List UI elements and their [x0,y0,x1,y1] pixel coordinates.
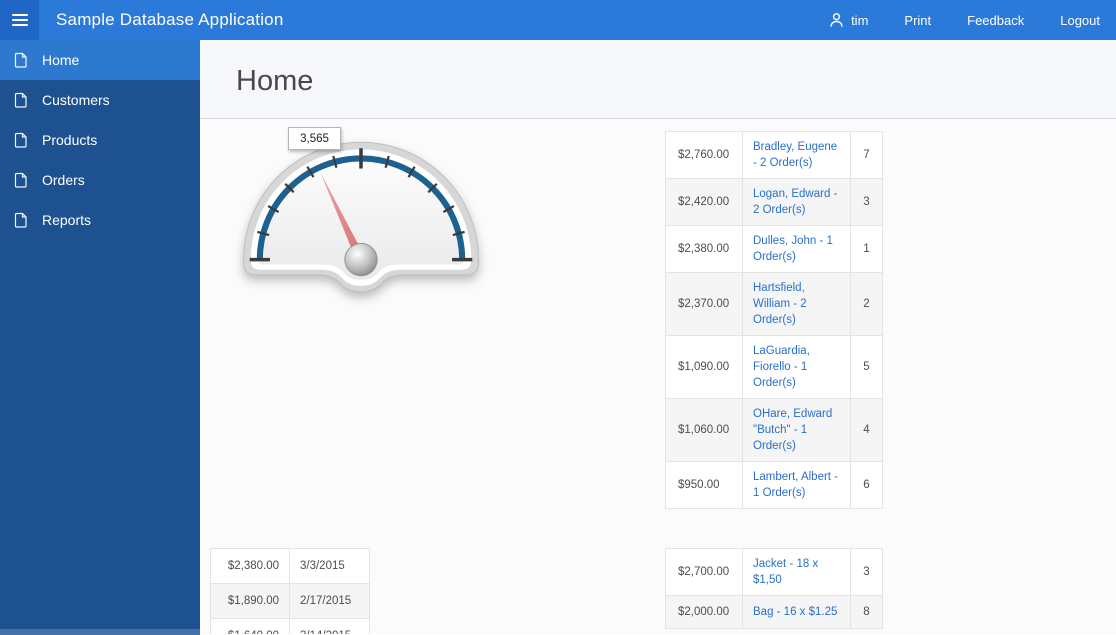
table-row: $1,060.00 OHare, Edward "Butch" - 1 Order… [665,398,883,462]
cell-count: 3 [850,548,883,596]
sidebar-collapse-bar[interactable] [0,629,200,635]
table-row: $2,760.00 Bradley, Eugene - 2 Order(s) 7 [665,131,883,179]
cell-count: 2 [850,272,883,336]
top-customers-table: $2,760.00 Bradley, Eugene - 2 Order(s) 7 $2… [665,131,883,509]
cell-count: 8 [850,595,883,629]
user-menu[interactable]: tim [829,12,868,28]
app-header: Sample Database Application tim Print Fe… [0,0,1116,40]
sidebar-item-orders[interactable]: Orders [0,160,200,200]
cell-amount: $2,370.00 [665,272,743,336]
main-region: Home 3,565 $2,760.00 Bradley, Eugene - 2… [200,40,1116,635]
sidebar-item-reports[interactable]: Reports [0,200,200,240]
cell-date: 3/3/2015 [289,548,370,584]
cell-date: 3/14/2015 [289,618,370,634]
detail-link[interactable]: Bradley, Eugene - 2 Order(s) [753,141,837,169]
cell-count: 1 [850,225,883,273]
document-icon [13,172,29,188]
cell-link: Jacket - 18 x $1,50 [742,548,851,596]
table-row: $2,380.00 Dulles, John - 1 Order(s) 1 [665,225,883,273]
table-row: $2,420.00 Logan, Edward - 2 Order(s) 3 [665,178,883,226]
top-products-table: $2,700.00 Jacket - 18 x $1,50 3 $2,000.00 Ba… [665,548,883,629]
cell-amount: $1,640.00 [210,618,290,634]
table-row: $950.00 Lambert, Albert - 1 Order(s) 6 [665,461,883,509]
hamburger-icon [11,14,28,16]
cell-amount: $950.00 [665,461,743,509]
detail-link[interactable]: Jacket - 18 x $1,50 [753,558,818,586]
cell-link: Bradley, Eugene - 2 Order(s) [742,131,851,179]
document-icon [13,52,29,68]
sidebar-item-label: Orders [42,172,85,188]
sidebar-item-home[interactable]: Home [0,40,200,80]
cell-amount: $1,060.00 [665,398,743,462]
cell-amount: $2,760.00 [665,131,743,179]
cell-amount: $1,890.00 [210,583,290,619]
cell-count: 7 [850,131,883,179]
page-title-band: Home [200,40,1116,119]
cell-link: Lambert, Albert - 1 Order(s) [742,461,851,509]
cell-count: 6 [850,461,883,509]
page-title: Home [236,65,314,97]
gauge-value-label: 3,565 [288,127,341,150]
table-row: $2,380.00 3/3/2015 [210,548,370,584]
user-icon [829,12,844,28]
sidebar-item-label: Home [42,52,80,68]
sidebar-item-label: Products [42,132,98,148]
table-row: $1,890.00 2/17/2015 [210,583,370,619]
detail-link[interactable]: Bag - 16 x $1.25 [753,606,837,618]
cell-link: Logan, Edward - 2 Order(s) [742,178,851,226]
cell-amount: $2,380.00 [665,225,743,273]
cell-date: 2/17/2015 [289,583,370,619]
detail-link[interactable]: Hartsfield, William - 2 Order(s) [753,282,807,326]
sidebar-item-customers[interactable]: Customers [0,80,200,120]
document-icon [13,212,29,228]
print-link[interactable]: Print [904,13,931,28]
sidebar-item-products[interactable]: Products [0,120,200,160]
cell-count: 4 [850,398,883,462]
cell-link: Dulles, John - 1 Order(s) [742,225,851,273]
cell-count: 3 [850,178,883,226]
cell-link: Bag - 16 x $1.25 [742,595,851,629]
table-row: $1,640.003/14/2015 [210,618,370,634]
sidebar-item-label: Reports [42,212,92,228]
sales-gauge-chart: 3,565 [234,122,488,294]
table-row: $2,700.00 Jacket - 18 x $1,50 3 [665,548,883,596]
cell-link: OHare, Edward "Butch" - 1 Order(s) [742,398,851,462]
detail-link[interactable]: Logan, Edward - 2 Order(s) [753,188,837,216]
logout-link[interactable]: Logout [1060,13,1100,28]
sidebar-nav: Home Customers Products Orders Reports [0,40,200,635]
document-icon [13,132,29,148]
header-actions: tim Print Feedback Logout [829,12,1116,28]
table-row: $1,090.00 LaGuardia, Fiorello - 1 Order(s… [665,335,883,399]
hamburger-menu-button[interactable] [0,0,39,40]
detail-link[interactable]: OHare, Edward "Butch" - 1 Order(s) [753,408,832,452]
cell-link: LaGuardia, Fiorello - 1 Order(s) [742,335,851,399]
cell-amount: $1,090.00 [665,335,743,399]
user-name: tim [851,12,869,28]
cell-count: 5 [850,335,883,399]
cell-amount: $2,380.00 [210,548,290,584]
document-icon [13,92,29,108]
recent-orders-table: $2,380.003/3/2015$1,890.002/17/2015$1,64… [210,548,370,634]
cell-amount: $2,420.00 [665,178,743,226]
table-row: $2,000.00 Bag - 16 x $1.25 8 [665,595,883,629]
dashboard-content: 3,565 $2,760.00 Bradley, Eugene - 2 Order… [200,119,1116,634]
feedback-link[interactable]: Feedback [967,13,1024,28]
sidebar-item-label: Customers [42,92,110,108]
cell-amount: $2,000.00 [665,595,743,629]
cell-link: Hartsfield, William - 2 Order(s) [742,272,851,336]
gauge-dial [243,141,479,293]
detail-link[interactable]: LaGuardia, Fiorello - 1 Order(s) [753,345,810,389]
app-title: Sample Database Application [56,10,284,29]
cell-amount: $2,700.00 [665,548,743,596]
detail-link[interactable]: Dulles, John - 1 Order(s) [753,235,833,263]
table-row: $2,370.00 Hartsfield, William - 2 Order(s… [665,272,883,336]
detail-link[interactable]: Lambert, Albert - 1 Order(s) [753,471,838,499]
